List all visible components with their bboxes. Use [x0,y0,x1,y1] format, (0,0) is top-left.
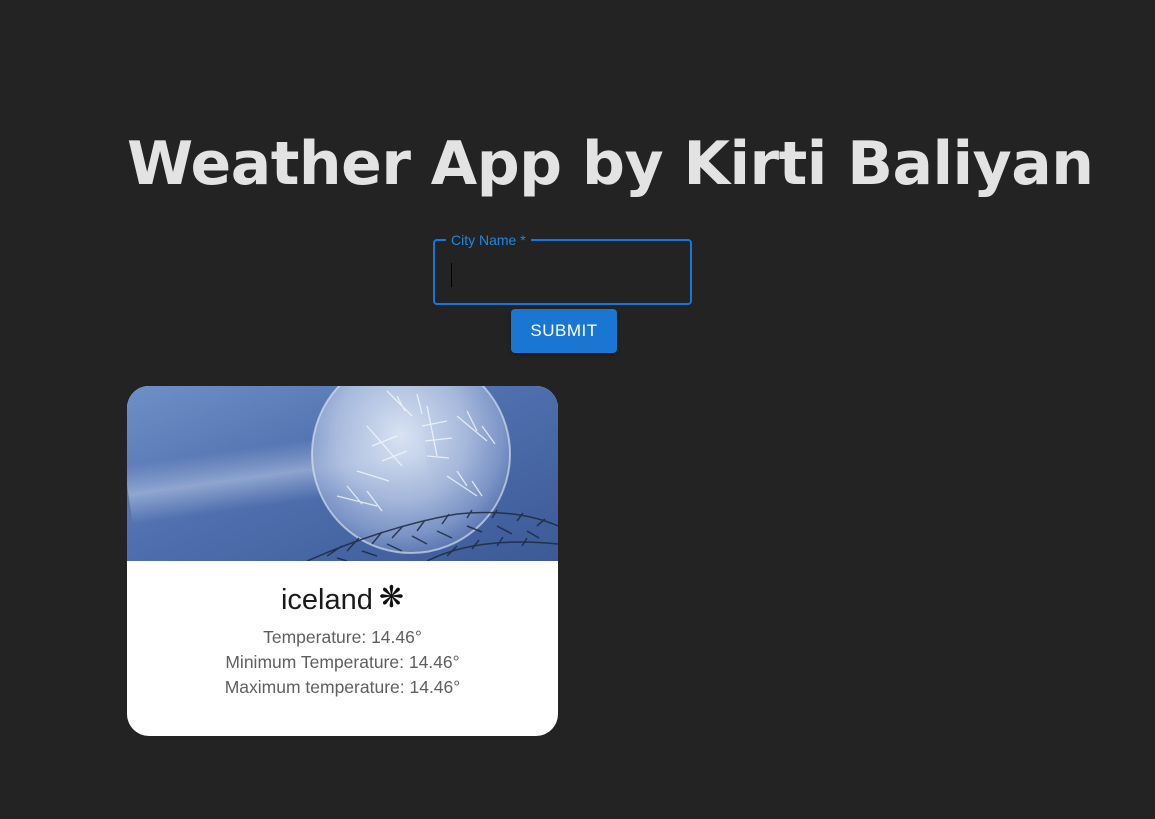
city-name-label: City Name * [446,231,531,249]
temperature-text: Temperature: 14.46° [263,627,422,647]
submit-button[interactable]: SUBMIT [511,309,617,353]
text-cursor [451,263,452,287]
snowflake-icon: ❋ [378,581,405,614]
weather-card-content: iceland ❋ Temperature: 14.46° Minimum Tem… [127,583,558,700]
weather-app-page: Weather App by Kirti Baliyan City Name *… [0,0,1155,819]
city-heading: iceland ❋ [127,583,558,617]
weather-stats: Temperature: 14.46° Minimum Temperature:… [127,625,558,700]
city-name-input[interactable] [449,259,677,285]
city-name: iceland [280,584,373,616]
weather-card-image [127,386,558,561]
min-temperature-text: Minimum Temperature: 14.46° [225,652,460,672]
weather-card: iceland ❋ Temperature: 14.46° Minimum Tem… [127,386,558,736]
max-temperature-text: Maximum temperature: 14.46° [224,677,461,697]
city-name-field[interactable]: City Name * [433,231,692,305]
page-title: Weather App by Kirti Baliyan [127,129,1094,199]
